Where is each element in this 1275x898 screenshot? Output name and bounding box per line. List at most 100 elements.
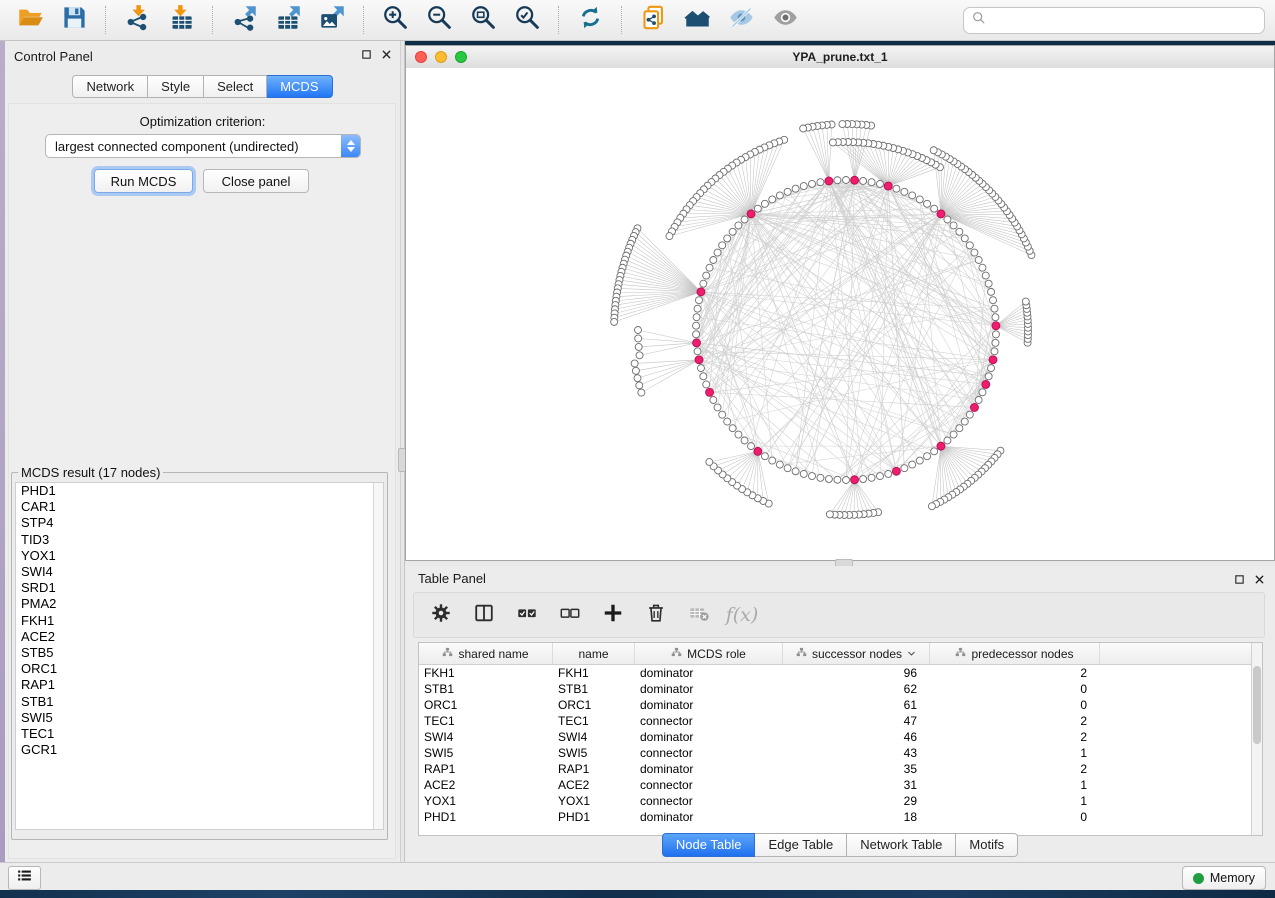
table-row[interactable]: TEC1TEC1connector472: [419, 713, 1262, 729]
zoom-selected-button[interactable]: [507, 4, 547, 36]
result-list-item[interactable]: YOX1: [16, 548, 383, 564]
close-panel-button[interactable]: Close panel: [203, 169, 309, 193]
result-list-item[interactable]: SWI4: [16, 564, 383, 580]
memory-button[interactable]: Memory: [1182, 866, 1266, 890]
result-list-scrollbar[interactable]: [373, 483, 383, 829]
table-row[interactable]: ACE2ACE2connector311: [419, 777, 1262, 793]
duplicate-network-button[interactable]: [633, 4, 673, 36]
desktop-background-strip: [0, 890, 1275, 898]
export-table-button[interactable]: [268, 4, 308, 36]
minimize-window-button[interactable]: [435, 51, 447, 63]
float-panel-icon[interactable]: [361, 49, 372, 60]
result-list-item[interactable]: STP4: [16, 515, 383, 531]
network-canvas[interactable]: [406, 68, 1274, 560]
close-table-panel-icon[interactable]: [1254, 572, 1265, 590]
network-window-titlebar[interactable]: YPA_prune.txt_1: [406, 46, 1274, 69]
hide-selected-button[interactable]: [721, 4, 761, 36]
criterion-select[interactable]: largest connected component (undirected): [45, 134, 361, 158]
column-header-name[interactable]: name: [553, 643, 635, 664]
column-header-predecessor-nodes[interactable]: predecessor nodes: [930, 643, 1100, 664]
zoom-fit-button[interactable]: [463, 4, 503, 36]
result-list-item[interactable]: ACE2: [16, 629, 383, 645]
run-mcds-button[interactable]: Run MCDS: [94, 169, 193, 193]
show-all-button[interactable]: [765, 4, 805, 36]
result-list-item[interactable]: PMA2: [16, 596, 383, 612]
table-cell: dominator: [635, 810, 783, 824]
table-cell: PHD1: [419, 810, 553, 824]
zoom-out-icon: [426, 4, 453, 36]
open-file-button[interactable]: [10, 4, 50, 36]
table-row[interactable]: SWI4SWI4dominator462: [419, 729, 1262, 745]
close-panel-icon[interactable]: [381, 49, 392, 60]
tab-node-table[interactable]: Node Table: [662, 833, 756, 857]
table-row[interactable]: SWI5SWI5connector431: [419, 745, 1262, 761]
network-graph[interactable]: [406, 68, 1274, 560]
column-header-shared-name[interactable]: shared name: [419, 643, 553, 664]
search-input[interactable]: [992, 12, 1257, 29]
zoom-in-button[interactable]: [375, 4, 415, 36]
table-row[interactable]: YOX1YOX1connector291: [419, 793, 1262, 809]
table-scrollbar[interactable]: [1251, 643, 1262, 835]
result-list-item[interactable]: CAR1: [16, 499, 383, 515]
result-list-item[interactable]: RAP1: [16, 677, 383, 693]
table-row[interactable]: RAP1RAP1dominator352: [419, 761, 1262, 777]
tab-style[interactable]: Style: [148, 75, 204, 98]
search-box[interactable]: [963, 7, 1265, 34]
table-cell: ORC1: [553, 698, 635, 712]
zoom-window-button[interactable]: [455, 51, 467, 63]
result-list-item[interactable]: GCR1: [16, 742, 383, 758]
close-window-button[interactable]: [415, 51, 427, 63]
export-network-button[interactable]: [224, 4, 264, 36]
result-list-item[interactable]: SWI5: [16, 710, 383, 726]
save-session-button[interactable]: [54, 4, 94, 36]
first-neighbors-button[interactable]: [677, 4, 717, 36]
mcds-result-title: MCDS result (17 nodes): [18, 465, 163, 480]
control-panel-title: Control Panel: [14, 49, 93, 64]
tab-network-table[interactable]: Network Table: [847, 833, 956, 857]
optimization-criterion-label: Optimization criterion:: [5, 114, 400, 129]
result-list-item[interactable]: TEC1: [16, 726, 383, 742]
deselect-all-button[interactable]: [557, 602, 583, 628]
table-row[interactable]: STB1STB1dominator620: [419, 681, 1262, 697]
tab-select[interactable]: Select: [204, 75, 267, 98]
refresh-layout-button[interactable]: [570, 4, 610, 36]
select-stepper-icon[interactable]: [341, 135, 360, 157]
list-icon: [16, 867, 33, 889]
table-scrollbar-thumb[interactable]: [1253, 666, 1261, 744]
select-all-button[interactable]: [514, 602, 540, 628]
import-network-button[interactable]: [117, 4, 157, 36]
column-header-successor-nodes[interactable]: successor nodes: [783, 643, 930, 664]
add-column-button[interactable]: [600, 602, 626, 628]
tab-motifs[interactable]: Motifs: [956, 833, 1018, 857]
float-table-panel-icon[interactable]: [1234, 572, 1245, 590]
table-row[interactable]: ORC1ORC1dominator610: [419, 697, 1262, 713]
column-settings-button[interactable]: [428, 602, 454, 628]
export-image-button[interactable]: [312, 4, 352, 36]
table-row[interactable]: FKH1FKH1dominator962: [419, 665, 1262, 681]
result-list-item[interactable]: PHD1: [16, 483, 383, 499]
tab-network[interactable]: Network: [72, 75, 148, 98]
function-builder-button: f(x): [729, 602, 755, 628]
result-list-item[interactable]: FKH1: [16, 613, 383, 629]
column-header-MCDS-role[interactable]: MCDS role: [635, 643, 783, 664]
tab-mcds[interactable]: MCDS: [267, 75, 332, 98]
window-traffic-lights: [415, 51, 467, 63]
import-table-button[interactable]: [161, 4, 201, 36]
tab-edge-table[interactable]: Edge Table: [755, 833, 847, 857]
memory-label: Memory: [1210, 871, 1255, 885]
column-label: MCDS role: [687, 647, 746, 661]
table-row[interactable]: PHD1PHD1dominator180: [419, 809, 1262, 825]
toggle-columns-button[interactable]: [471, 602, 497, 628]
result-list-item[interactable]: SRD1: [16, 580, 383, 596]
task-history-button[interactable]: [8, 866, 41, 890]
delete-column-button[interactable]: [643, 602, 669, 628]
result-list-item[interactable]: STB1: [16, 694, 383, 710]
table-cell: TEC1: [553, 714, 635, 728]
table-cell: 2: [930, 714, 1100, 728]
result-list-item[interactable]: STB5: [16, 645, 383, 661]
table-cell: RAP1: [419, 762, 553, 776]
zoom-out-button[interactable]: [419, 4, 459, 36]
mcds-result-list[interactable]: PHD1CAR1STP4TID3YOX1SWI4SRD1PMA2FKH1ACE2…: [15, 482, 384, 830]
result-list-item[interactable]: ORC1: [16, 661, 383, 677]
result-list-item[interactable]: TID3: [16, 532, 383, 548]
